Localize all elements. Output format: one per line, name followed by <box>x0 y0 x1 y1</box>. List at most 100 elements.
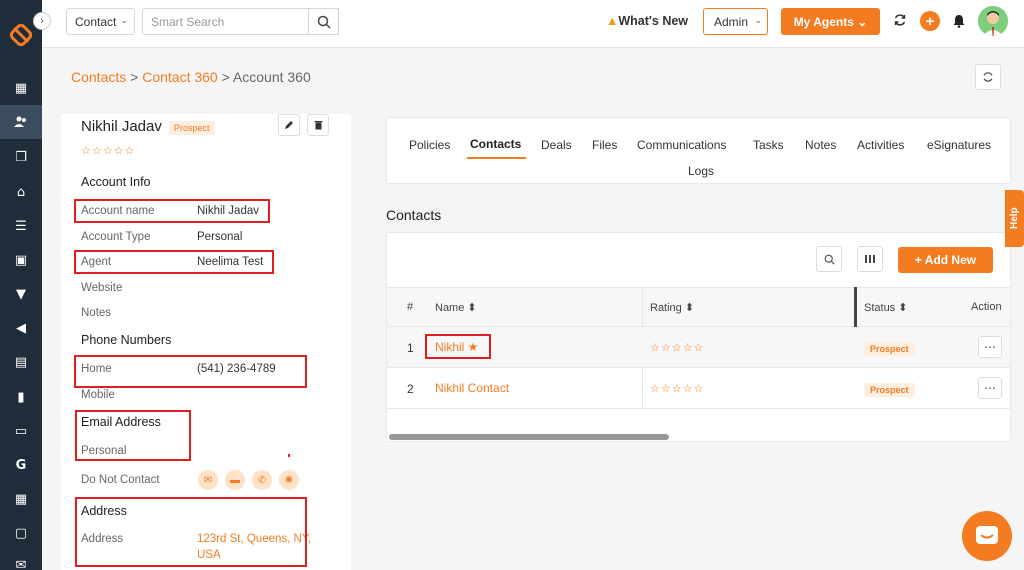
tab-communications[interactable]: Communications <box>637 138 726 152</box>
bank-icon[interactable]: ⌂ <box>0 175 42 209</box>
megaphone-icon[interactable]: ◀ <box>0 311 42 345</box>
table-row[interactable]: 2 Nikhil Contact ☆☆☆☆☆ Prospect ⋯ <box>387 368 1010 409</box>
documents-icon[interactable]: ❐ <box>0 140 42 174</box>
ledger-icon[interactable]: ▤ <box>0 345 42 379</box>
col-header-status[interactable]: Status ⬍ <box>864 301 907 314</box>
breadcrumb-contacts[interactable]: Contacts <box>71 69 126 85</box>
notes-label: Notes <box>81 307 112 319</box>
chevron-down-icon: ⌄ <box>754 15 762 25</box>
chart-icon[interactable]: ▮ <box>0 380 42 414</box>
account-info-heading: Account Info <box>81 175 151 189</box>
mail-icon[interactable]: ✉ <box>0 548 42 570</box>
highlight-account-name <box>74 199 270 223</box>
row-actions-button[interactable]: ⋯ <box>978 336 1002 358</box>
quick-add-button[interactable]: + <box>920 11 940 31</box>
account-type-value: Personal <box>197 231 243 243</box>
folder-icon[interactable]: ▭ <box>0 414 42 448</box>
breadcrumb-contact-360[interactable]: Contact 360 <box>142 69 218 85</box>
bell-icon[interactable] <box>953 14 965 28</box>
fire-icon: ▲ <box>606 14 619 28</box>
breadcrumb-separator: > <box>130 69 139 85</box>
page-refresh-button[interactable] <box>975 64 1001 90</box>
dnc-sms-icon[interactable]: ▬ <box>225 470 245 490</box>
column-resize-handle[interactable] <box>854 287 857 327</box>
calendar-icon[interactable]: ▢ <box>0 516 42 550</box>
red-mark <box>288 454 290 457</box>
funnel-icon[interactable]: ▼ <box>0 277 42 311</box>
phone-numbers-heading: Phone Numbers <box>81 333 172 347</box>
active-tab-indicator <box>467 157 526 159</box>
breadcrumb-separator: > <box>221 69 230 85</box>
tab-policies[interactable]: Policies <box>409 138 450 152</box>
account-type-label: Account Type <box>81 231 151 243</box>
users-icon <box>14 116 26 127</box>
do-not-contact-label: Do Not Contact <box>81 474 160 486</box>
tab-deals[interactable]: Deals <box>541 138 572 152</box>
mobile-phone-label: Mobile <box>81 389 115 401</box>
dnc-all-icon[interactable]: ✺ <box>279 470 299 490</box>
row-number: 1 <box>407 341 414 355</box>
tab-notes[interactable]: Notes <box>805 138 836 152</box>
pencil-icon <box>285 121 293 129</box>
whats-new-link[interactable]: ▲What's New <box>606 14 688 28</box>
app-logo[interactable] <box>8 22 34 48</box>
list-icon[interactable]: ☰ <box>0 209 42 243</box>
horizontal-scrollbar[interactable] <box>389 434 669 440</box>
search-icon <box>317 15 331 29</box>
sync-icon[interactable] <box>893 13 907 27</box>
whats-new-label: What's New <box>618 14 689 28</box>
module-select[interactable]: Contact ⌄ <box>66 8 135 35</box>
dnc-mail-icon[interactable]: ✉ <box>198 470 218 490</box>
tab-activities[interactable]: Activities <box>857 138 904 152</box>
user-avatar[interactable] <box>978 6 1008 36</box>
tab-esignatures[interactable]: eSignatures <box>927 138 991 152</box>
search-icon <box>824 254 835 265</box>
chat-launcher-button[interactable] <box>962 511 1012 561</box>
columns-icon <box>865 255 875 263</box>
contact-card-icon[interactable]: ▣ <box>0 243 42 277</box>
row-actions-button[interactable]: ⋯ <box>978 377 1002 399</box>
trash-icon <box>314 121 322 130</box>
contact-rating[interactable]: ☆☆☆☆☆ <box>650 341 704 354</box>
my-agents-button[interactable]: My Agents ⌄ <box>781 8 880 35</box>
role-select[interactable]: Admin ⌄ <box>703 8 768 35</box>
website-label: Website <box>81 282 123 294</box>
table-search-button[interactable] <box>816 246 842 272</box>
prospect-badge: Prospect <box>169 121 215 135</box>
col-header-name[interactable]: Name ⬍ <box>435 301 477 314</box>
tab-logs[interactable]: Logs <box>688 164 714 178</box>
chat-icon <box>976 526 998 544</box>
columns-button[interactable] <box>857 246 883 272</box>
table-header: # Name ⬍ Rating ⬍ Status ⬍ Action <box>387 287 1010 327</box>
collapse-sidebar-button[interactable]: › <box>33 12 51 30</box>
tab-tasks[interactable]: Tasks <box>753 138 784 152</box>
add-new-contact-button[interactable]: + Add New <box>898 247 993 273</box>
dashboard-icon[interactable]: ▦ <box>0 71 42 105</box>
account-title: Nikhil Jadav <box>81 118 162 135</box>
search-placeholder: Smart Search <box>151 14 225 29</box>
account-details-panel: Nikhil Jadav Prospect ☆☆☆☆☆ Account Info… <box>61 114 351 570</box>
dnc-phone-icon[interactable]: ✆ <box>252 470 272 490</box>
tab-files[interactable]: Files <box>592 138 617 152</box>
delete-button[interactable] <box>307 114 329 136</box>
contacts-icon[interactable] <box>0 105 42 139</box>
edit-button[interactable] <box>278 114 300 136</box>
contact-name-link[interactable]: Nikhil Contact <box>435 381 509 395</box>
col-header-number: # <box>407 301 414 313</box>
record-tabs: Policies Contacts Deals Files Communicat… <box>386 117 1011 184</box>
search-button[interactable] <box>308 8 339 35</box>
table-row[interactable]: 1 Nikhil ★ ☆☆☆☆☆ Prospect ⋯ <box>387 327 1010 368</box>
google-icon[interactable]: G <box>0 448 42 482</box>
tab-contacts[interactable]: Contacts <box>470 137 521 151</box>
status-badge: Prospect <box>864 342 915 356</box>
breadcrumb-current: Account 360 <box>232 69 311 85</box>
role-select-value: Admin <box>714 14 749 29</box>
highlight-email <box>75 410 191 461</box>
avatar-image <box>978 6 1008 36</box>
help-tab[interactable]: Help <box>1005 190 1024 247</box>
account-rating[interactable]: ☆☆☆☆☆ <box>81 144 135 157</box>
contact-rating[interactable]: ☆☆☆☆☆ <box>650 382 704 395</box>
col-header-rating[interactable]: Rating ⬍ <box>650 301 694 314</box>
table-icon[interactable]: ▦ <box>0 482 42 516</box>
status-badge: Prospect <box>864 383 915 397</box>
